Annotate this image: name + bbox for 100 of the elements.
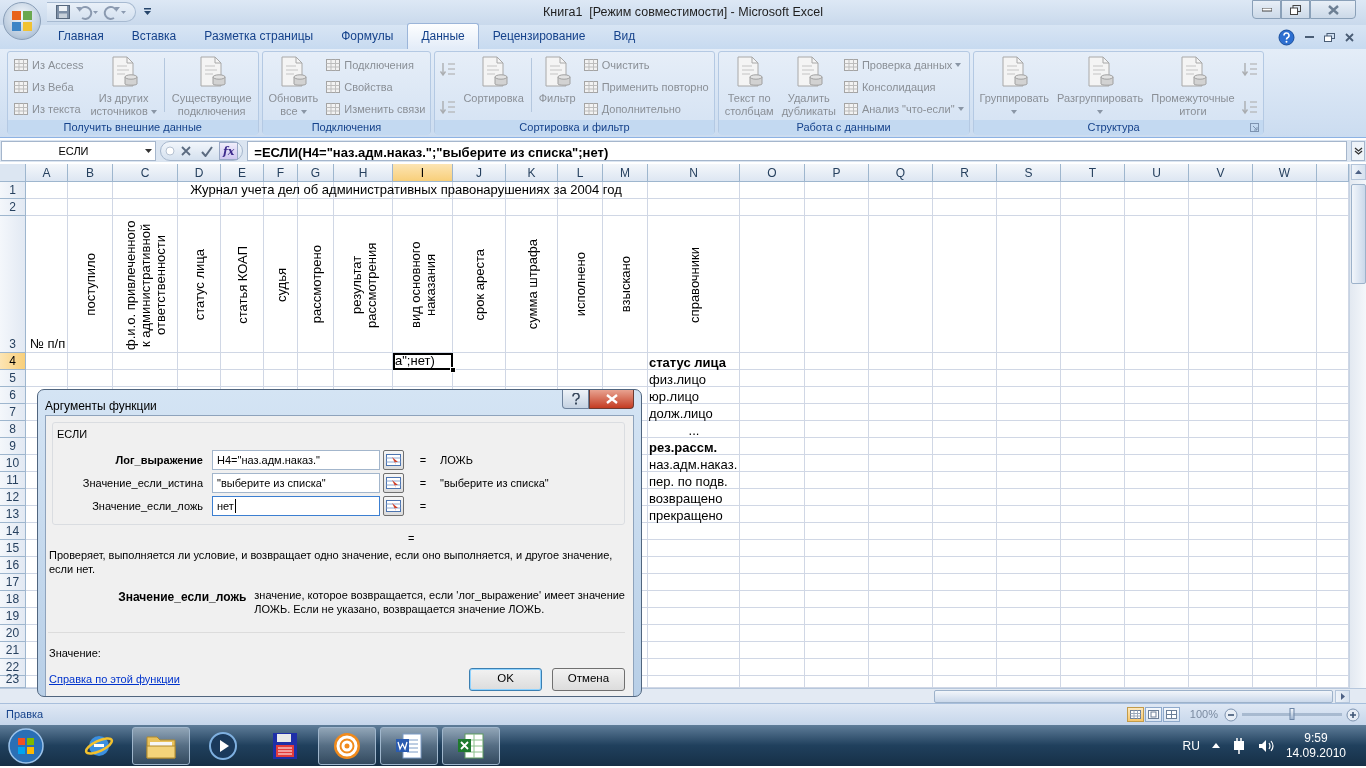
cell-text: долж.лицо: [649, 406, 713, 421]
cell-text: статус лица: [649, 355, 726, 370]
equals-sign: =: [418, 475, 428, 491]
column-header[interactable]: J: [453, 164, 506, 182]
column-header[interactable]: T: [1061, 164, 1125, 182]
column-header[interactable]: N: [648, 164, 740, 182]
group-label: Структура: [1086, 120, 1141, 136]
cell-text: пер. по подв.: [649, 474, 728, 489]
argument-result: "выберите из списка": [440, 475, 549, 491]
clock-time: 9:59: [1304, 730, 1328, 746]
column-header[interactable]: P: [805, 164, 869, 182]
argument-description: значение, которое возвращается, если 'лог_выражение' имеет значение ЛОЖЬ. Если не указано, возвращается значение ЛОЖЬ.: [254, 588, 626, 616]
row-header[interactable]: 12: [0, 489, 26, 506]
column-heading: вид основного наказания: [408, 240, 438, 330]
row-header[interactable]: 19: [0, 608, 26, 625]
input-field[interactable]: "выберите из списка": [212, 473, 380, 493]
column-header[interactable]: W: [1253, 164, 1317, 182]
row-header[interactable]: 4: [0, 353, 26, 370]
ribbon-tab[interactable]: Формулы: [327, 23, 408, 49]
column-header[interactable]: A: [26, 164, 68, 182]
row-header[interactable]: 11: [0, 472, 26, 489]
group-label: Работа с данными: [795, 120, 892, 136]
equals-sign: =: [418, 452, 428, 468]
cell-text: рез.рассм.: [649, 440, 718, 455]
row-header[interactable]: 15: [0, 540, 26, 557]
column-header[interactable]: R: [933, 164, 997, 182]
row-header[interactable]: 8: [0, 421, 26, 438]
column-header[interactable]: F: [264, 164, 298, 182]
row-header[interactable]: 18: [0, 591, 26, 608]
row-header[interactable]: 6: [0, 387, 26, 404]
column-heading: поступило: [83, 253, 98, 316]
column-heading: № п/п: [29, 334, 67, 353]
group-label: Подключения: [310, 120, 383, 136]
column-header[interactable]: L: [558, 164, 603, 182]
column-heading: сумма штрафа: [524, 239, 540, 330]
function-description: Проверяет, выполняется ли условие, и возвращает одно значение, если оно выполняется, и другое значение, если нет.: [49, 548, 614, 576]
column-header[interactable]: O: [740, 164, 805, 182]
equals-sign: =: [408, 531, 415, 544]
column-heading: статья КОАП: [235, 245, 250, 324]
formula-field[interactable]: =ЕСЛИ(H4="наз.адм.наказ.";"выберите из списка";нет): [247, 141, 1347, 161]
row-header[interactable]: 7: [0, 404, 26, 421]
column-heading: ф.и.о. привлеченного к административной ответственности: [123, 218, 168, 352]
group-label: Получить внешние данные: [62, 120, 203, 136]
column-heading: результат рассмотрения: [348, 240, 379, 330]
row-header[interactable]: 3: [0, 216, 26, 353]
argument-label: Значение_если_ложь: [91, 498, 203, 514]
cell-text: наз.адм.наказ.: [649, 457, 738, 472]
row-header[interactable]: 20: [0, 625, 26, 642]
row-header[interactable]: 1: [0, 182, 26, 199]
status-text: Правка: [6, 707, 44, 723]
row-header[interactable]: 21: [0, 642, 26, 659]
help-link[interactable]: Справка по этой функции: [49, 670, 180, 688]
cell-text: возвращено: [649, 491, 723, 506]
insert-function-button[interactable]: fx: [219, 142, 239, 160]
row-header[interactable]: 10: [0, 455, 26, 472]
column-heading: взыскано: [618, 256, 633, 313]
argument-result: ЛОЖЬ: [440, 452, 473, 468]
column-header[interactable]: B: [68, 164, 113, 182]
column-header[interactable]: C: [113, 164, 178, 182]
column-header[interactable]: I: [393, 164, 453, 182]
dialog-title: Аргументы функции: [45, 398, 157, 415]
row-header[interactable]: 17: [0, 574, 26, 591]
name-box[interactable]: ЕСЛИ: [1, 141, 156, 161]
column-header[interactable]: U: [1125, 164, 1189, 182]
argument-label: Лог_выражение: [114, 452, 203, 468]
input-field[interactable]: H4="наз.адм.наказ.": [212, 450, 380, 470]
sheet-title: Журнал учета дел об административных правонарушениях за 2004 год: [190, 180, 622, 199]
dialog-button[interactable]: OK: [469, 667, 542, 691]
column-header[interactable]: S: [997, 164, 1061, 182]
column-header[interactable]: E: [221, 164, 264, 182]
row-header[interactable]: 23: [0, 676, 26, 688]
ribbon-tab[interactable]: Разметка страницы: [190, 23, 328, 49]
column-header[interactable]: G: [298, 164, 334, 182]
column-header[interactable]: V: [1189, 164, 1253, 182]
row-header[interactable]: 2: [0, 199, 26, 216]
ribbon-tab[interactable]: Данные: [407, 23, 479, 49]
column-header[interactable]: K: [506, 164, 558, 182]
ribbon-tab[interactable]: Главная: [44, 23, 118, 49]
column-header[interactable]: H: [334, 164, 393, 182]
ribbon-tab[interactable]: Рецензирование: [478, 23, 600, 49]
argument-name: Значение_если_ложь: [117, 589, 247, 606]
ribbon-tab[interactable]: Вид: [599, 23, 650, 49]
row-header[interactable]: 13: [0, 506, 26, 523]
active-cell[interactable]: а";нет): [393, 353, 453, 370]
column-header[interactable]: M: [603, 164, 648, 182]
column-header[interactable]: D: [178, 164, 221, 182]
input-field[interactable]: нет: [212, 496, 380, 516]
row-header[interactable]: 9: [0, 438, 26, 455]
cell-text: юр.лицо: [649, 389, 699, 404]
ribbon-tab[interactable]: Вставка: [117, 23, 191, 49]
row-header[interactable]: 14: [0, 523, 26, 540]
language-indicator[interactable]: RU: [1182, 736, 1200, 755]
row-header[interactable]: 16: [0, 557, 26, 574]
cell-text: физ.лицо: [649, 372, 706, 387]
row-header[interactable]: 5: [0, 370, 26, 387]
function-name: ЕСЛИ: [57, 427, 89, 442]
column-header[interactable]: Q: [869, 164, 933, 182]
dialog-button[interactable]: Отмена: [552, 667, 625, 691]
column-heading: судья: [273, 267, 289, 302]
cell-text: ...: [688, 423, 700, 438]
